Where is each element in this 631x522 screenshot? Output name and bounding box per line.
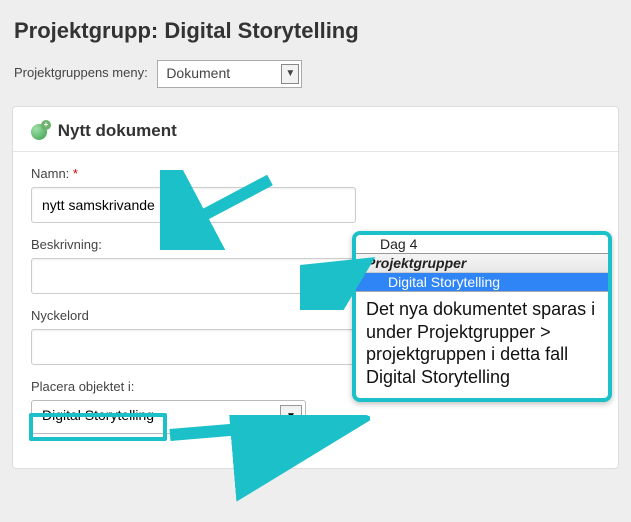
annotation-callout: Dag 4 Projektgrupper Digital Storytellin… [352,231,612,402]
menu-select[interactable]: Dokument ▼ [157,60,302,88]
new-document-icon [31,124,47,140]
panel-header: Nytt dokument [13,107,618,152]
callout-tree-group: Projektgrupper [356,253,608,273]
callout-tree: Dag 4 Projektgrupper Digital Storytellin… [356,235,608,292]
name-input[interactable] [31,187,356,223]
place-select[interactable]: Digital Storytelling ▼ [31,400,306,434]
callout-tree-selected: Digital Storytelling [356,273,608,291]
callout-tree-item: Dag 4 [356,235,608,253]
keywords-input[interactable] [31,329,356,365]
menu-row: Projektgruppens meny: Dokument ▼ [0,54,631,106]
menu-label: Projektgruppens meny: [14,65,148,80]
form-group-name: Namn: * [13,166,618,237]
name-label: Namn: * [31,166,600,181]
place-select-value: Digital Storytelling [42,407,154,423]
required-marker: * [73,166,78,181]
callout-text: Det nya dokumentet sparas i under Projek… [356,292,608,398]
panel-header-text: Nytt dokument [58,121,177,140]
chevron-down-icon: ▼ [280,405,302,429]
menu-select-value: Dokument [166,65,230,81]
description-input[interactable] [31,258,356,294]
name-label-text: Namn: [31,166,69,181]
page-title: Projektgrupp: Digital Storytelling [0,0,631,54]
chevron-down-icon: ▼ [281,64,299,84]
